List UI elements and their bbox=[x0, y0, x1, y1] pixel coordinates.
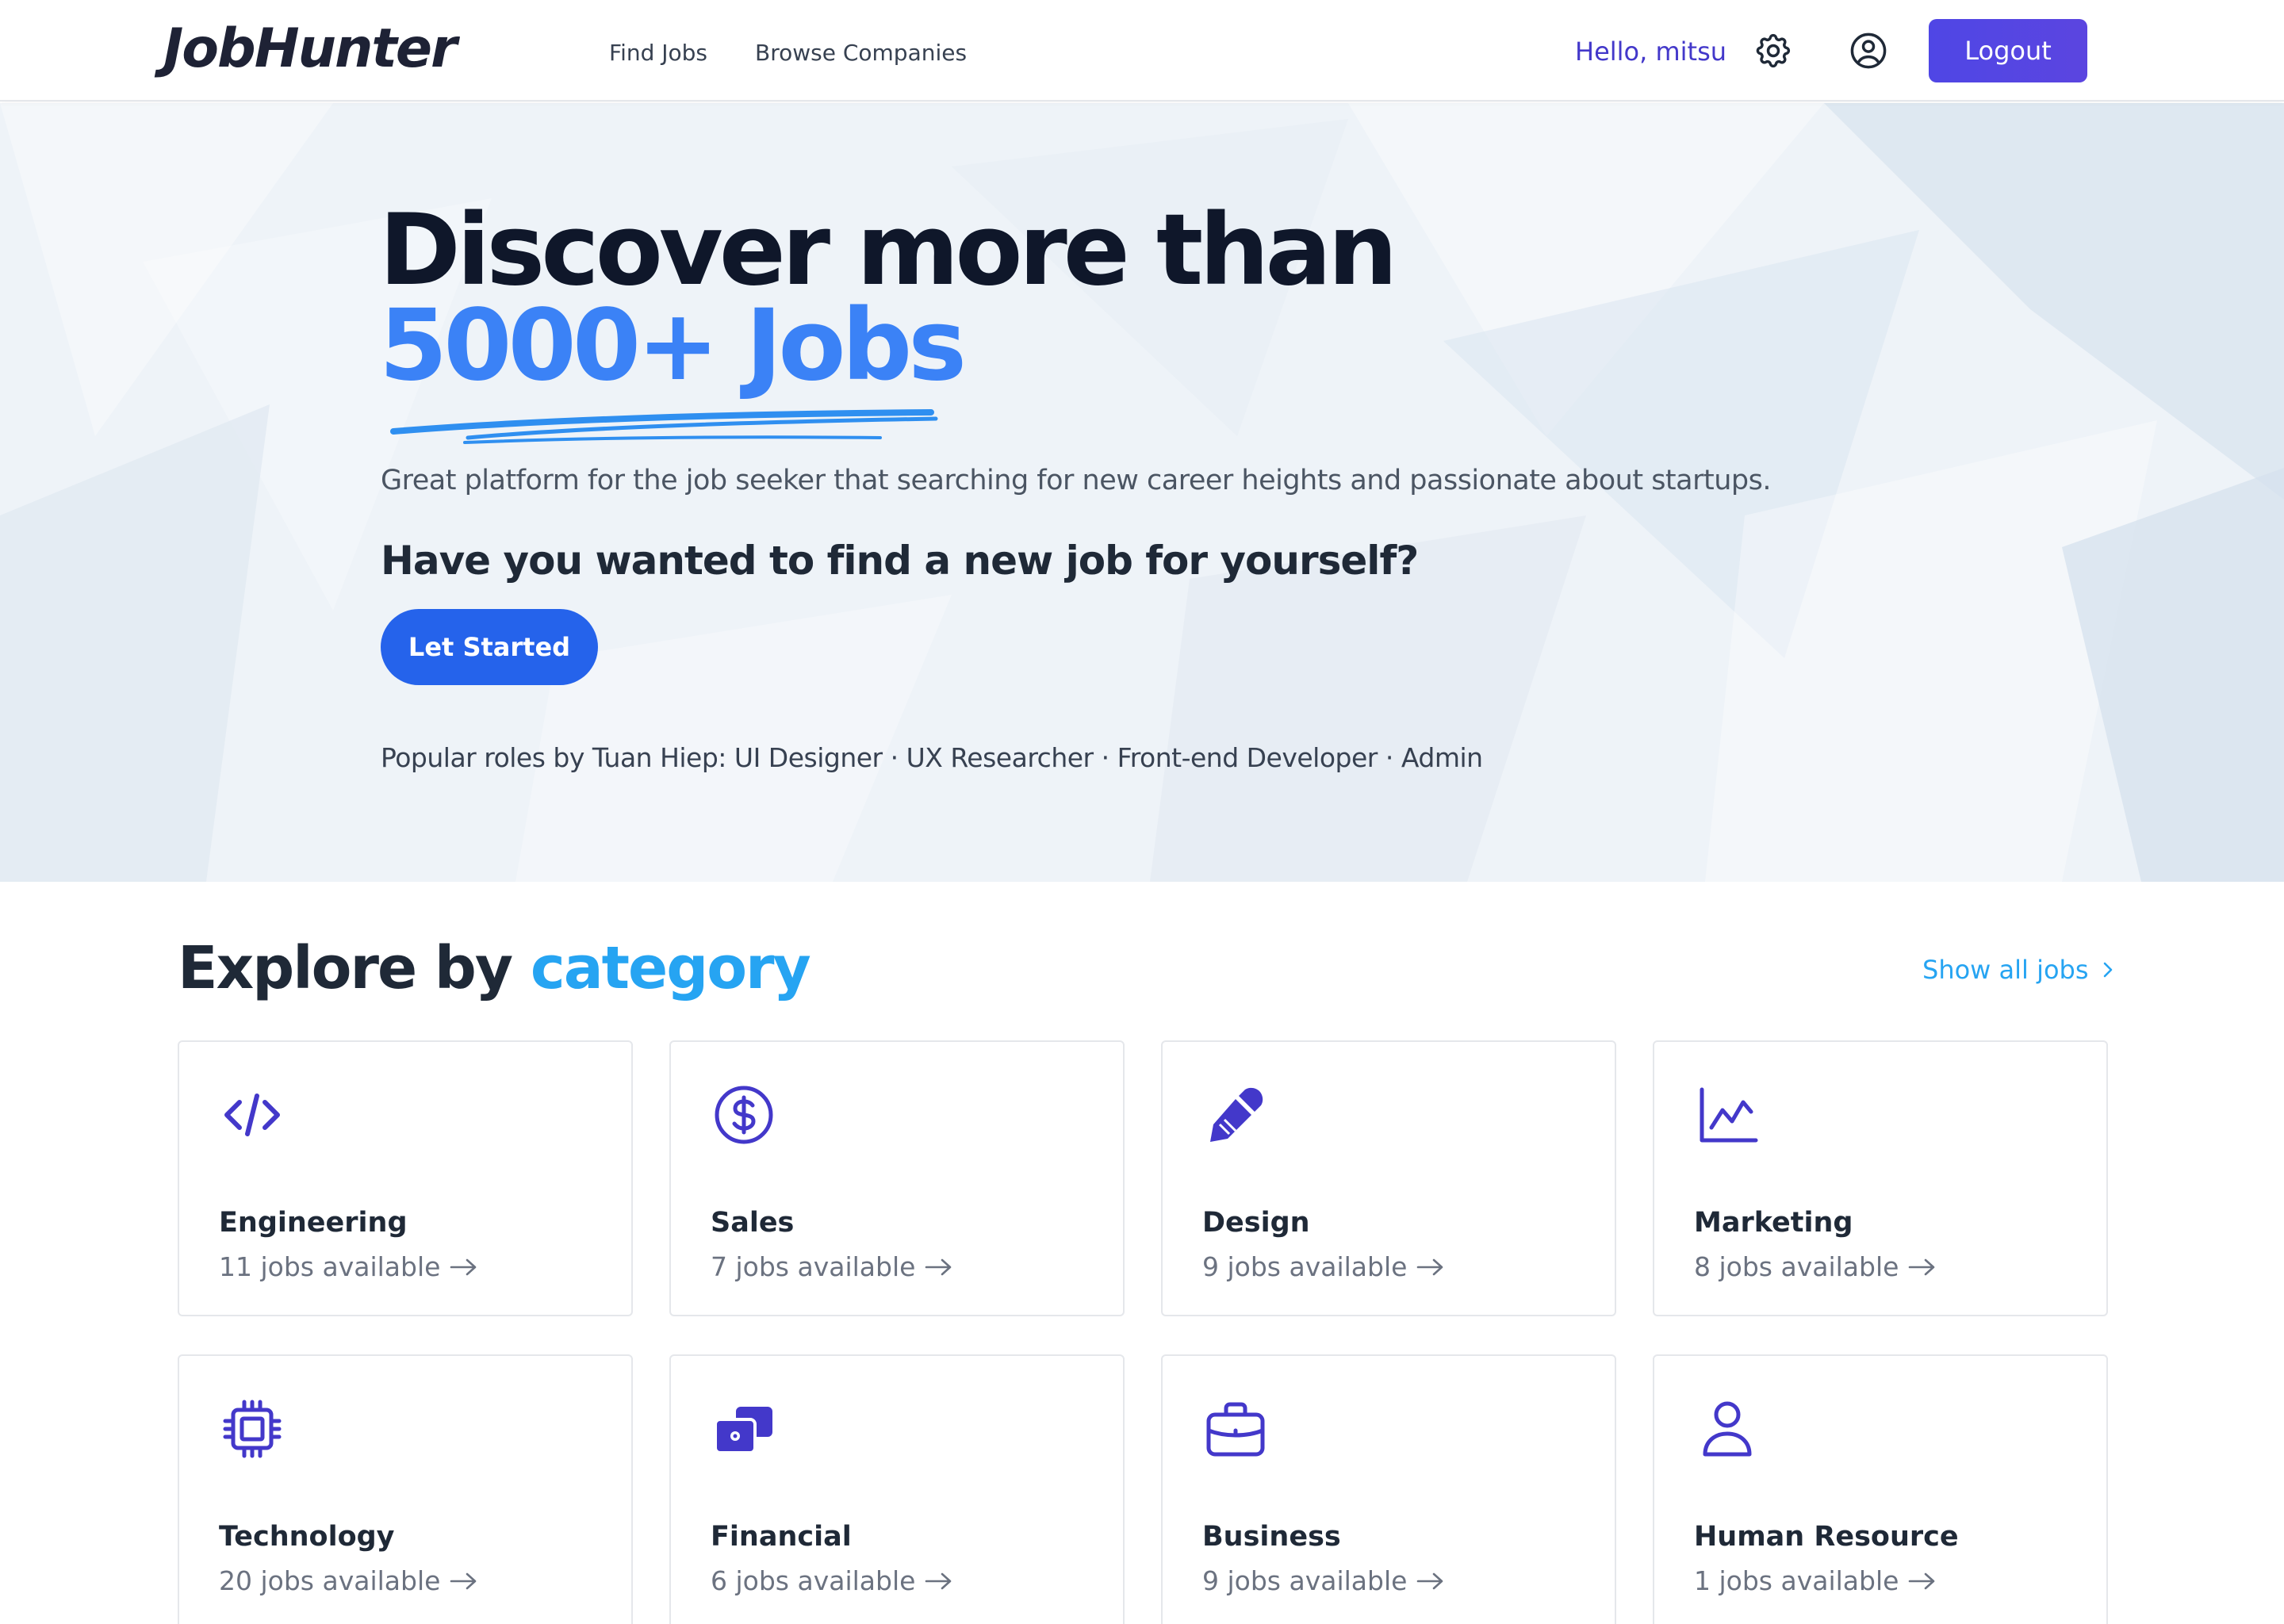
gear-icon[interactable] bbox=[1753, 30, 1794, 71]
money-icon bbox=[714, 1407, 772, 1454]
separator: · bbox=[1385, 742, 1394, 773]
dollar-circle-icon bbox=[715, 1086, 773, 1144]
category-name: Design bbox=[1202, 1207, 1310, 1239]
hero-subtitle: Great platform for the job seeker that s… bbox=[381, 465, 1771, 496]
category-count: 7 jobs available bbox=[711, 1251, 953, 1282]
cpu-chip-icon bbox=[223, 1400, 282, 1458]
category-card-financial[interactable]: Financial 6 jobs available bbox=[669, 1354, 1125, 1624]
brush-underline-decoration bbox=[390, 409, 938, 444]
category-name: Technology bbox=[219, 1521, 395, 1553]
hero-question: Have you wanted to find a new job for yo… bbox=[381, 538, 1419, 584]
arrow-right-icon bbox=[925, 1572, 952, 1589]
category-card-design[interactable]: Design 9 jobs available bbox=[1161, 1040, 1616, 1316]
hero-title-line2: 5000+ Jobs bbox=[379, 289, 967, 403]
show-all-jobs-label: Show all jobs bbox=[1922, 955, 2089, 985]
let-started-button[interactable]: Let Started bbox=[381, 609, 598, 685]
category-title-prefix: Explore by bbox=[178, 934, 513, 1002]
category-name: Sales bbox=[711, 1207, 795, 1239]
person-icon bbox=[1703, 1401, 1752, 1457]
category-count: 11 jobs available bbox=[219, 1251, 478, 1282]
category-name: Human Resource bbox=[1694, 1521, 1959, 1553]
category-count: 9 jobs available bbox=[1202, 1251, 1445, 1282]
hero-section: Discover more than 5000+ Jobs Great plat… bbox=[0, 103, 2284, 882]
category-count-text: 11 jobs available bbox=[219, 1251, 441, 1282]
separator: · bbox=[890, 742, 899, 773]
category-count-text: 9 jobs available bbox=[1202, 1251, 1408, 1282]
category-card-human-resource[interactable]: Human Resource 1 jobs available bbox=[1653, 1354, 2108, 1624]
category-count: 8 jobs available bbox=[1694, 1251, 1937, 1282]
popular-roles: Popular roles by Tuan Hiep: UI Designer … bbox=[381, 742, 1483, 773]
brand-logo[interactable]: JobHunter bbox=[163, 17, 458, 80]
arrow-right-icon bbox=[1417, 1572, 1443, 1589]
nav-find-jobs[interactable]: Find Jobs bbox=[609, 40, 707, 66]
category-count-text: 20 jobs available bbox=[219, 1565, 441, 1596]
category-name: Financial bbox=[711, 1521, 852, 1553]
arrow-right-icon bbox=[450, 1258, 477, 1275]
separator: · bbox=[1101, 742, 1110, 773]
arrow-right-icon bbox=[1909, 1572, 1935, 1589]
chart-line-icon bbox=[1700, 1087, 1758, 1143]
user-circle-icon[interactable] bbox=[1848, 30, 1889, 71]
pen-icon bbox=[1210, 1087, 1263, 1142]
category-title-accent: category bbox=[530, 934, 811, 1002]
category-count: 6 jobs available bbox=[711, 1565, 953, 1596]
role-ui-designer[interactable]: UI Designer bbox=[734, 742, 883, 773]
category-name: Business bbox=[1202, 1521, 1341, 1553]
popular-roles-prefix: Popular roles by Tuan Hiep: bbox=[381, 742, 726, 773]
category-count-text: 6 jobs available bbox=[711, 1565, 916, 1596]
arrow-right-icon bbox=[925, 1258, 952, 1275]
show-all-jobs-link[interactable]: Show all jobs bbox=[1922, 955, 2116, 985]
category-card-sales[interactable]: Sales 7 jobs available bbox=[669, 1040, 1125, 1316]
top-navbar: JobHunter Find Jobs Browse Companies Hel… bbox=[0, 0, 2284, 102]
category-count: 1 jobs available bbox=[1694, 1565, 1937, 1596]
category-card-technology[interactable]: Technology 20 jobs available bbox=[178, 1354, 633, 1624]
category-count: 20 jobs available bbox=[219, 1565, 478, 1596]
category-count-text: 9 jobs available bbox=[1202, 1565, 1408, 1596]
nav-browse-companies[interactable]: Browse Companies bbox=[755, 40, 967, 66]
chevron-right-icon bbox=[2103, 962, 2112, 978]
category-card-marketing[interactable]: Marketing 8 jobs available bbox=[1653, 1040, 2108, 1316]
category-count-text: 1 jobs available bbox=[1694, 1565, 1899, 1596]
category-count-text: 7 jobs available bbox=[711, 1251, 916, 1282]
category-name: Engineering bbox=[219, 1207, 408, 1239]
code-icon bbox=[224, 1094, 280, 1136]
category-name: Marketing bbox=[1694, 1207, 1853, 1239]
briefcase-icon bbox=[1206, 1402, 1265, 1457]
logout-button[interactable]: Logout bbox=[1929, 19, 2087, 82]
arrow-right-icon bbox=[450, 1572, 477, 1589]
category-card-engineering[interactable]: Engineering 11 jobs available bbox=[178, 1040, 633, 1316]
user-greeting: Hello, mitsu bbox=[1575, 36, 1727, 67]
hero-title-line1: Discover more than bbox=[379, 193, 1398, 308]
role-admin[interactable]: Admin bbox=[1401, 742, 1483, 773]
role-ux-researcher[interactable]: UX Researcher bbox=[906, 742, 1094, 773]
category-card-business[interactable]: Business 9 jobs available bbox=[1161, 1354, 1616, 1624]
category-section-title: Explore by category bbox=[178, 934, 811, 1002]
role-frontend-developer[interactable]: Front-end Developer bbox=[1117, 742, 1378, 773]
category-count: 9 jobs available bbox=[1202, 1565, 1445, 1596]
arrow-right-icon bbox=[1909, 1258, 1935, 1275]
arrow-right-icon bbox=[1417, 1258, 1443, 1275]
category-count-text: 8 jobs available bbox=[1694, 1251, 1899, 1282]
